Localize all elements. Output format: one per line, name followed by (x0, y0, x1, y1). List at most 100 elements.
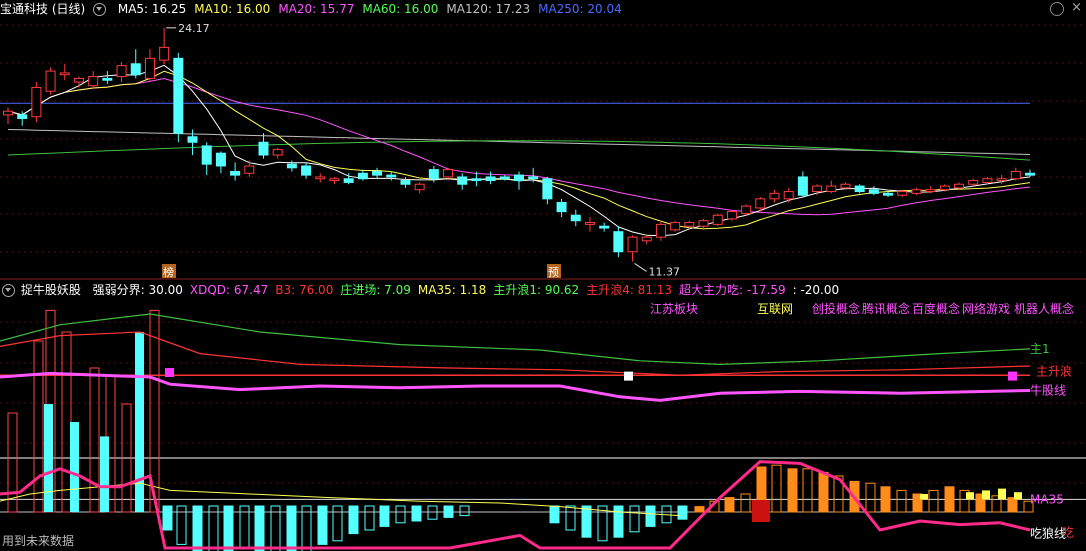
candle-up (3, 110, 13, 116)
candle-down (542, 178, 553, 200)
low-price-label: 11.37 (649, 265, 681, 278)
candle-up (655, 223, 666, 238)
candle-down (286, 163, 297, 169)
candle-up (272, 149, 283, 156)
candle-up (812, 185, 823, 193)
candle-up (414, 183, 425, 191)
candle-up (769, 192, 780, 200)
candle-up (684, 222, 695, 227)
candle-down (485, 176, 496, 182)
negative-flow-bar (301, 505, 312, 551)
positive-flow-bar (865, 482, 876, 513)
event-marker-label: 榜 (163, 265, 174, 279)
candle-up (741, 205, 752, 214)
negative-flow-bar (613, 505, 624, 538)
candle-up (59, 72, 70, 76)
candle-up (897, 191, 908, 196)
positive-flow-bar (787, 468, 798, 513)
candle-up (584, 222, 595, 225)
zhuang-entry-bar (998, 488, 1006, 500)
negative-flow-bar (549, 505, 560, 524)
candle-down (357, 172, 368, 180)
negative-flow-bar (645, 505, 656, 527)
negative-flow-bar (597, 505, 608, 542)
ma60-line (7, 140, 1031, 161)
zhuang-entry-bar (920, 494, 928, 500)
candle-up (329, 178, 340, 182)
candle-down (386, 174, 397, 178)
footer-note: 用到未来数据 (2, 534, 75, 548)
candle-down (343, 178, 354, 183)
super-force-block (752, 500, 770, 522)
candle-up (726, 211, 737, 220)
negative-flow-bar (162, 505, 173, 531)
candle-down (173, 57, 184, 134)
candle-down (528, 176, 539, 180)
cyan-volume-bar (44, 404, 53, 512)
candle-down (258, 141, 269, 156)
negative-flow-bar (317, 505, 328, 545)
candle-down (457, 176, 468, 185)
cyan-volume-bar (100, 436, 109, 512)
ma20-line (7, 77, 1031, 216)
candle-up (116, 65, 127, 78)
signal-marker (165, 368, 174, 377)
negative-flow-bar (270, 505, 281, 551)
candle-up (45, 70, 56, 92)
candle-up (159, 46, 170, 61)
series-end-label: 主1 (1030, 342, 1050, 356)
candle-down (17, 114, 28, 120)
candle-down (201, 145, 212, 165)
candle-up (670, 222, 681, 231)
candle-down (797, 176, 808, 196)
candle-up (968, 180, 979, 185)
hollow-volume-bar (33, 340, 44, 513)
negative-flow-bar (286, 505, 297, 551)
candle-up (627, 236, 638, 253)
candle-down (868, 189, 879, 194)
negative-flow-bar (192, 505, 203, 551)
negative-flow-bar (427, 505, 438, 520)
candle-up (712, 214, 723, 225)
cyan-volume-bar (70, 422, 79, 512)
negative-flow-bar (581, 505, 592, 538)
cyan-volume-bar (135, 332, 144, 512)
candle-down (215, 152, 226, 167)
signal-marker (624, 371, 633, 381)
main-wave-1-line (0, 313, 1031, 366)
candle-up (88, 76, 99, 87)
negative-flow-bar (348, 505, 359, 535)
candle-up (826, 185, 837, 193)
candle-down (599, 225, 610, 229)
candle-down (130, 63, 141, 76)
negative-flow-bar (629, 505, 640, 533)
candle-down (372, 170, 383, 176)
negative-flow-bar (395, 505, 406, 524)
series-end-label: 吃 (1062, 526, 1074, 540)
candle-down (613, 231, 624, 253)
candle-up (315, 176, 326, 180)
candle-down (400, 180, 411, 185)
candle-down (854, 185, 865, 193)
series-end-label: 牛股线 (1030, 383, 1066, 398)
candle-down (570, 214, 581, 222)
low-price-pointer (634, 263, 647, 272)
hollow-volume-bar (89, 367, 100, 513)
candle-up (244, 165, 255, 174)
candle-up (73, 77, 84, 83)
candle-up (641, 236, 652, 242)
candle-down (428, 169, 439, 180)
positive-flow-bar (802, 468, 813, 513)
candle-down (883, 192, 894, 196)
candle-up (996, 178, 1007, 182)
positive-flow-bar (1007, 497, 1018, 513)
positive-flow-bar (724, 497, 735, 513)
hollow-volume-bar (61, 331, 72, 513)
positive-flow-bar (944, 486, 955, 513)
candle-up (698, 220, 709, 227)
high-price-label: 24.17 (178, 22, 210, 35)
candle-down (102, 77, 113, 81)
negative-flow-bar (223, 505, 234, 551)
negative-flow-bar (208, 505, 219, 551)
candle-up (982, 178, 993, 183)
